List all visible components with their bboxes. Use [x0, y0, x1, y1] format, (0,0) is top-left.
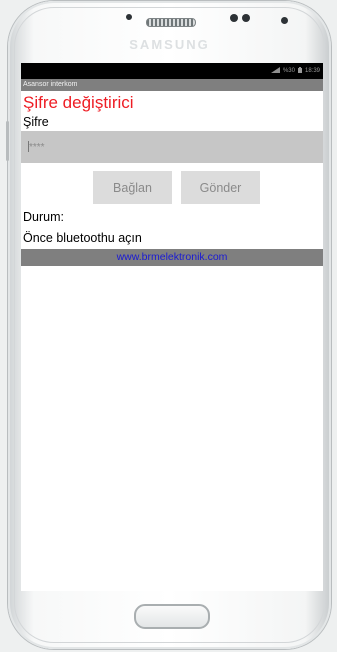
light-sensor	[242, 14, 250, 22]
battery-icon	[297, 67, 302, 75]
send-button[interactable]: Gönder	[181, 171, 260, 204]
password-field-wrap	[21, 131, 323, 163]
button-row: Bağlan Gönder	[21, 171, 323, 204]
proximity-sensor	[230, 14, 238, 22]
page-heading: Şifre değiştirici	[23, 93, 134, 112]
text-caret	[28, 141, 29, 152]
status-bar: %30 18:39	[21, 63, 323, 79]
connect-button[interactable]: Bağlan	[93, 171, 172, 204]
app-title-bar: Asansor interkom	[21, 79, 323, 91]
battery-percent: %30	[282, 68, 295, 74]
website-bar: www.brmelektronik.com	[21, 249, 323, 266]
status-label: Durum:	[23, 210, 64, 224]
status-message: Önce bluetoothu açın	[23, 231, 142, 245]
password-label: Şifre	[23, 115, 49, 129]
phone-frame: SAMSUNG %30 18:39 Asansor interkom Şifre…	[6, 1, 331, 649]
app-title: Asansor interkom	[23, 81, 78, 88]
volume-key[interactable]	[6, 121, 9, 161]
phone-screen: %30 18:39 Asansor interkom Şifre değişti…	[21, 63, 323, 591]
earpiece-speaker	[146, 18, 196, 27]
home-button[interactable]	[134, 604, 210, 629]
sensor-dot	[126, 14, 132, 20]
signal-icon	[270, 67, 280, 75]
password-input[interactable]	[21, 131, 323, 163]
front-camera	[281, 17, 288, 24]
clock: 18:39	[304, 68, 320, 74]
website-link[interactable]: www.brmelektronik.com	[117, 251, 228, 263]
brand-logo: SAMSUNG	[129, 37, 210, 52]
